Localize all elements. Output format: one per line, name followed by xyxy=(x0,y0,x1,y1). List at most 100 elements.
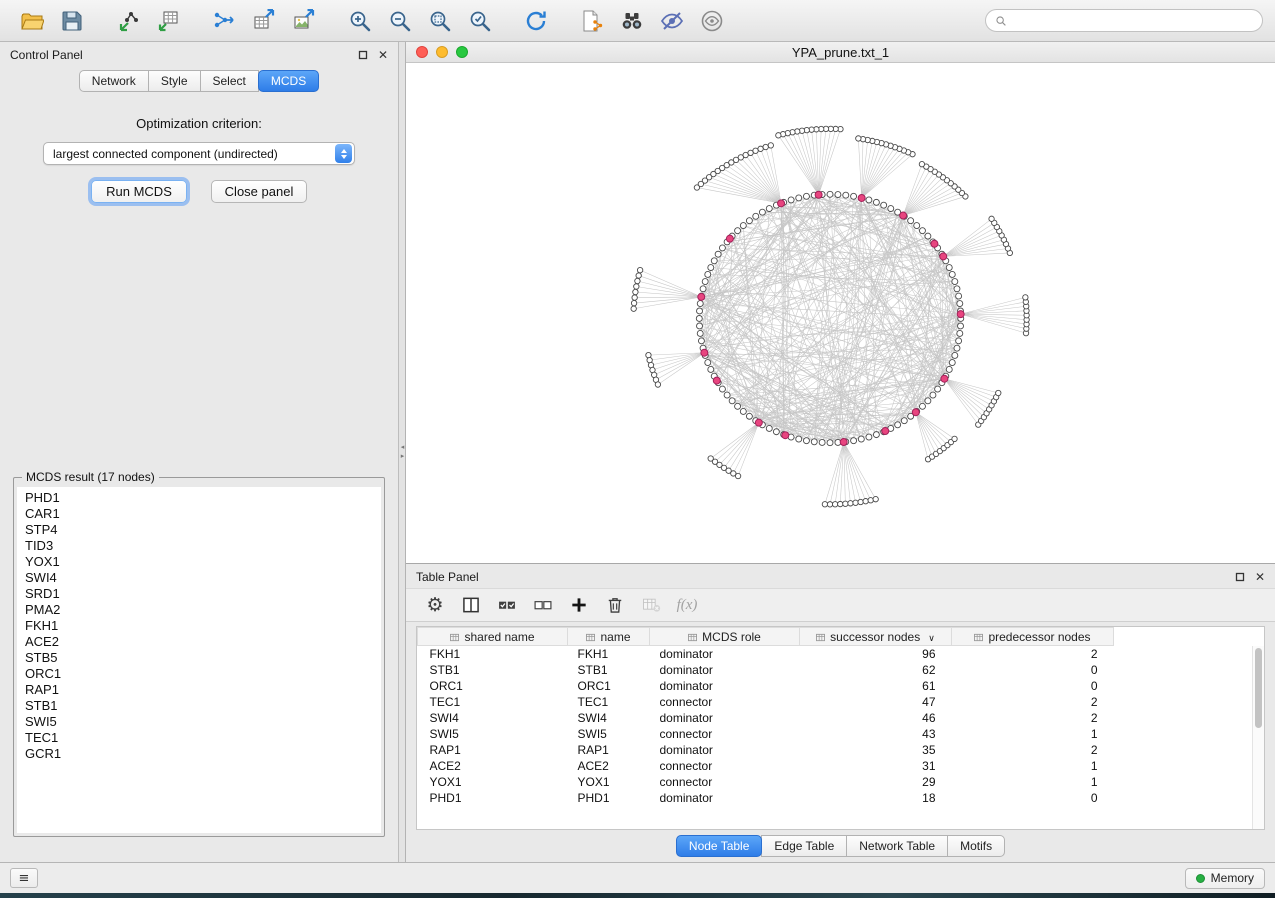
ring-node[interactable] xyxy=(759,209,765,215)
table-row[interactable]: ACE2ACE2connector311 xyxy=(418,758,1114,774)
leaf-node[interactable] xyxy=(631,306,636,311)
table-scrollbar[interactable] xyxy=(1252,646,1264,829)
table-cell[interactable]: YOX1 xyxy=(418,774,568,790)
save-session-button[interactable] xyxy=(52,4,92,38)
leaf-node[interactable] xyxy=(952,436,957,441)
table-cell[interactable]: TEC1 xyxy=(418,694,568,710)
table-row[interactable]: TEC1TEC1connector472 xyxy=(418,694,1114,710)
leaf-node[interactable] xyxy=(827,502,832,507)
refresh-layout-button[interactable] xyxy=(516,4,556,38)
dominator-node[interactable] xyxy=(957,311,964,318)
table-row[interactable]: YOX1YOX1connector291 xyxy=(418,774,1114,790)
dominator-node[interactable] xyxy=(940,253,947,260)
dominator-node[interactable] xyxy=(900,212,907,219)
ring-node[interactable] xyxy=(766,206,772,212)
leaf-node[interactable] xyxy=(632,295,637,300)
ring-node[interactable] xyxy=(873,199,879,205)
ring-node[interactable] xyxy=(811,439,817,445)
binoculars-button[interactable] xyxy=(612,4,652,38)
ring-node[interactable] xyxy=(908,218,914,224)
table-cell[interactable]: 2 xyxy=(952,694,1114,710)
export-table-button[interactable] xyxy=(244,4,284,38)
table-tab-network-table[interactable]: Network Table xyxy=(846,835,948,857)
run-mcds-button[interactable]: Run MCDS xyxy=(91,180,187,203)
table-cell[interactable]: STB1 xyxy=(568,662,650,678)
ring-node[interactable] xyxy=(708,265,714,271)
dominator-node[interactable] xyxy=(701,349,708,356)
ring-node[interactable] xyxy=(697,308,703,314)
apply-function-button[interactable]: f(x) xyxy=(672,591,702,619)
deselect-all-rows-button[interactable] xyxy=(528,591,558,619)
table-cell[interactable]: 35 xyxy=(800,742,952,758)
ring-node[interactable] xyxy=(788,197,794,203)
ring-node[interactable] xyxy=(735,403,741,409)
ring-node[interactable] xyxy=(957,301,963,307)
table-cell[interactable]: 1 xyxy=(952,758,1114,774)
delete-column-button[interactable] xyxy=(636,591,666,619)
leaf-node[interactable] xyxy=(856,136,861,141)
table-cell[interactable]: 29 xyxy=(800,774,952,790)
mcds-result-item[interactable]: RAP1 xyxy=(17,682,381,698)
table-cell[interactable]: ACE2 xyxy=(568,758,650,774)
leaf-node[interactable] xyxy=(848,501,853,506)
mcds-result-item[interactable]: YOX1 xyxy=(17,554,381,570)
dominator-node[interactable] xyxy=(778,200,785,207)
leaf-node[interactable] xyxy=(863,499,868,504)
table-row[interactable]: RAP1RAP1dominator352 xyxy=(418,742,1114,758)
dominator-node[interactable] xyxy=(858,194,865,201)
table-cell[interactable]: SWI5 xyxy=(568,726,650,742)
table-cell[interactable]: STB1 xyxy=(418,662,568,678)
ring-node[interactable] xyxy=(914,223,920,229)
leaf-node[interactable] xyxy=(637,267,642,272)
table-cell[interactable]: dominator xyxy=(650,662,800,678)
ring-node[interactable] xyxy=(949,271,955,277)
ring-node[interactable] xyxy=(881,202,887,208)
ring-node[interactable] xyxy=(925,398,931,404)
leaf-node[interactable] xyxy=(996,390,1001,395)
mcds-result-item[interactable]: SRD1 xyxy=(17,586,381,602)
column-header-successor-nodes[interactable]: successor nodes∨ xyxy=(800,628,952,646)
memory-button[interactable]: Memory xyxy=(1185,868,1265,889)
ring-node[interactable] xyxy=(956,338,962,344)
table-cell[interactable]: 62 xyxy=(800,662,952,678)
criterion-dropdown[interactable]: largest connected component (undirected) xyxy=(43,142,355,165)
ring-node[interactable] xyxy=(746,413,752,419)
ring-node[interactable] xyxy=(866,434,872,440)
table-cell[interactable]: TEC1 xyxy=(568,694,650,710)
leaf-node[interactable] xyxy=(758,146,763,151)
mcds-result-item[interactable]: PHD1 xyxy=(17,490,381,506)
ring-node[interactable] xyxy=(796,195,802,201)
leaf-node[interactable] xyxy=(694,185,699,190)
ring-node[interactable] xyxy=(946,265,952,271)
ring-node[interactable] xyxy=(835,192,841,198)
table-cell[interactable]: PHD1 xyxy=(568,790,650,806)
open-session-button[interactable] xyxy=(12,4,52,38)
ring-node[interactable] xyxy=(866,197,872,203)
table-cell[interactable]: SWI5 xyxy=(418,726,568,742)
leaf-node[interactable] xyxy=(655,382,660,387)
window-close-button[interactable] xyxy=(416,46,428,58)
table-cell[interactable]: 31 xyxy=(800,758,952,774)
tab-network[interactable]: Network xyxy=(79,70,149,92)
table-cell[interactable]: 0 xyxy=(952,662,1114,678)
mcds-result-item[interactable]: SWI4 xyxy=(17,570,381,586)
import-network-button[interactable] xyxy=(108,4,148,38)
mcds-result-item[interactable]: STP4 xyxy=(17,522,381,538)
close-panel-button[interactable]: Close panel xyxy=(211,180,307,203)
ring-node[interactable] xyxy=(858,436,864,442)
leaf-node[interactable] xyxy=(735,473,740,478)
ring-node[interactable] xyxy=(719,245,725,251)
ring-node[interactable] xyxy=(895,422,901,428)
table-row[interactable]: FKH1FKH1dominator962 xyxy=(418,646,1114,662)
leaf-node[interactable] xyxy=(776,133,781,138)
float-panel-icon[interactable] xyxy=(358,50,368,60)
ring-node[interactable] xyxy=(796,436,802,442)
panel-splitter[interactable]: ◂▸ xyxy=(398,42,406,862)
leaf-node[interactable] xyxy=(873,496,878,501)
ring-node[interactable] xyxy=(952,352,958,358)
table-cell[interactable]: FKH1 xyxy=(568,646,650,662)
mcds-result-item[interactable]: ACE2 xyxy=(17,634,381,650)
dominator-node[interactable] xyxy=(931,240,938,247)
table-cell[interactable]: YOX1 xyxy=(568,774,650,790)
leaf-node[interactable] xyxy=(634,284,639,289)
